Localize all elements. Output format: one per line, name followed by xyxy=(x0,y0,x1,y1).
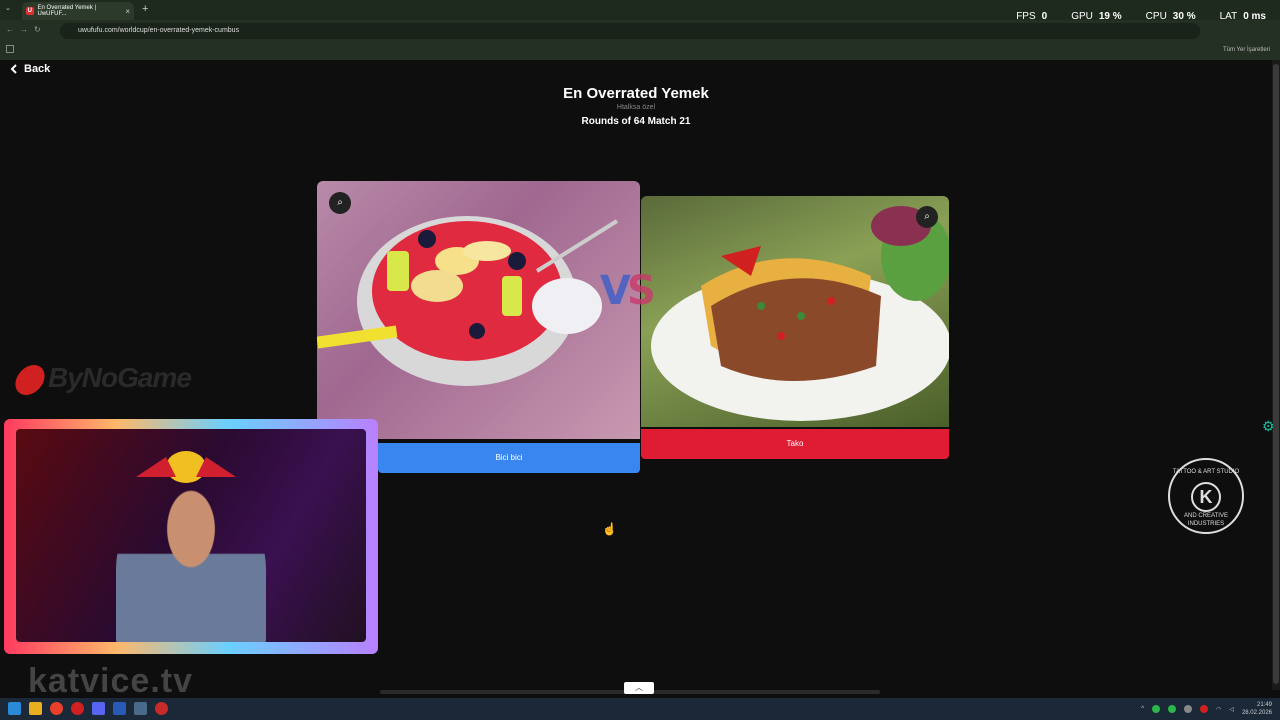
start-menu-icon[interactable] xyxy=(8,702,21,715)
system-tray: ^ ◠ ◁ 21:49 28.02.2026 xyxy=(1141,701,1272,717)
settings-icon[interactable] xyxy=(134,702,147,715)
opera-icon[interactable] xyxy=(71,702,84,715)
webcam-feed xyxy=(16,429,366,642)
tab-search-icon[interactable]: ⌄ xyxy=(5,4,11,12)
choose-left-button[interactable]: Bici bici xyxy=(378,443,640,473)
scrollbar-thumb[interactable] xyxy=(1273,64,1279,684)
mouse-cursor-icon: ☝ xyxy=(602,522,617,536)
streamer-person xyxy=(116,489,266,642)
choose-right-button[interactable]: Tako xyxy=(641,429,949,459)
round-info: Rounds of 64 Match 21 xyxy=(581,116,691,127)
speaker-icon[interactable]: ◁ xyxy=(1229,706,1234,713)
browser-toolbar: ←→↻ uwufufu.com/worldcup/en-overrated-ye… xyxy=(0,20,1280,42)
apps-grid-icon[interactable] xyxy=(6,45,14,53)
chevron-left-icon xyxy=(10,64,17,74)
chevron-up-icon[interactable]: ︿ xyxy=(624,682,654,694)
tray-app-icon[interactable] xyxy=(1200,705,1209,713)
browser-tab-strip: ⌄ U En Overrated Yemek | UwUFUF... × + F… xyxy=(0,0,1280,22)
gear-icon[interactable]: ⚙ xyxy=(1262,418,1275,435)
tray-app-icon[interactable] xyxy=(1152,705,1161,713)
windows-taskbar: ^ ◠ ◁ 21:49 28.02.2026 xyxy=(0,698,1280,720)
system-clock[interactable]: 21:49 28.02.2026 xyxy=(1242,701,1272,717)
tacos-image xyxy=(651,206,949,421)
browser-tab-active[interactable]: U En Overrated Yemek | UwUFUF... × xyxy=(22,2,134,20)
new-tab-button[interactable]: + xyxy=(142,3,148,15)
wifi-icon[interactable]: ◠ xyxy=(1216,706,1221,713)
webcam-overlay xyxy=(4,419,378,654)
tray-app-icon[interactable] xyxy=(1184,705,1193,713)
vertical-scrollbar[interactable] xyxy=(1272,60,1280,690)
address-bar[interactable]: uwufufu.com/worldcup/en-overrated-yemek-… xyxy=(60,23,1200,39)
tab-title: En Overrated Yemek | UwUFUF... xyxy=(37,5,97,17)
right-choice-image[interactable]: ⌕ xyxy=(641,196,949,427)
back-label: Back xyxy=(24,63,51,75)
nav-buttons-icon[interactable]: ←→↻ xyxy=(6,25,47,34)
taskbar-apps xyxy=(8,702,168,715)
back-button[interactable]: Back xyxy=(10,63,50,75)
tab-close-icon[interactable]: × xyxy=(125,7,130,16)
all-bookmarks-folder[interactable]: Tüm Yer İşaretleri xyxy=(1223,47,1270,53)
left-choice-image[interactable]: ⌕ xyxy=(317,181,640,439)
shaved-ice-dessert-image xyxy=(317,216,619,386)
chevron-up-icon[interactable]: ^ xyxy=(1141,706,1144,712)
sponsor-logo: ByNoGame xyxy=(11,362,192,395)
page-title: En Overrated Yemek xyxy=(563,85,709,102)
bynogame-logo-icon xyxy=(11,364,49,395)
redbull-logo-icon xyxy=(136,451,236,483)
chrome-icon[interactable] xyxy=(50,702,63,715)
file-explorer-icon[interactable] xyxy=(29,702,42,715)
stream-watermark: katvice.tv xyxy=(28,662,193,700)
zoom-in-icon[interactable]: ⌕ xyxy=(916,206,938,228)
discord-icon[interactable] xyxy=(92,702,105,715)
app-icon[interactable] xyxy=(113,702,126,715)
zoom-in-icon[interactable]: ⌕ xyxy=(329,192,351,214)
page-subtitle: Htalksa özel xyxy=(616,104,656,111)
app-icon[interactable] xyxy=(155,702,168,715)
tray-app-icon[interactable] xyxy=(1168,705,1177,713)
bookmarks-bar: Tüm Yer İşaretleri xyxy=(0,42,1280,60)
tattoo-studio-seal: TATTOO & ART STUDIO K AND CREATIVE INDUS… xyxy=(1168,458,1244,534)
site-favicon-icon: U xyxy=(26,7,34,15)
url-text: uwufufu.com/worldcup/en-overrated-yemek-… xyxy=(78,27,240,34)
vs-label: VS xyxy=(600,268,656,314)
